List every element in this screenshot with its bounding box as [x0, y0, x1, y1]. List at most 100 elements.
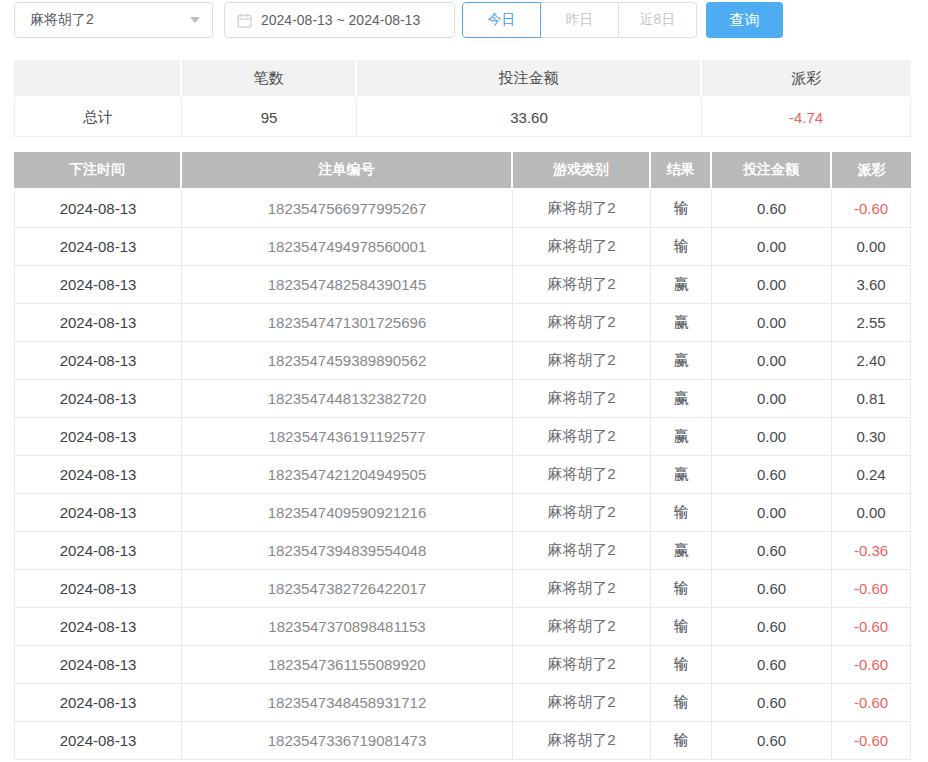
cell-bet-amount: 0.00 — [712, 266, 832, 304]
cell-game-type: 麻将胡了2 — [513, 342, 651, 380]
cell-bet-time: 2024-08-13 — [14, 608, 182, 646]
cell-result: 输 — [651, 646, 712, 684]
summary-header-row: 笔数 投注金额 派彩 — [14, 60, 911, 98]
cell-result: 赢 — [651, 456, 712, 494]
cell-game-type: 麻将胡了2 — [513, 646, 651, 684]
cell-bet-amount: 0.60 — [712, 456, 832, 494]
cell-result: 输 — [651, 190, 712, 228]
date-range-value: 2024-08-13 ~ 2024-08-13 — [261, 12, 420, 28]
game-select-value: 麻将胡了2 — [30, 11, 94, 29]
search-button[interactable]: 查询 — [706, 2, 783, 38]
cell-bet-id: 1823547448132382720 — [182, 380, 513, 418]
cell-result: 输 — [651, 228, 712, 266]
cell-bet-time: 2024-08-13 — [14, 342, 182, 380]
cell-bet-time: 2024-08-13 — [14, 380, 182, 418]
cell-game-type: 麻将胡了2 — [513, 380, 651, 418]
cell-bet-id: 1823547459389890562 — [182, 342, 513, 380]
cell-result: 输 — [651, 608, 712, 646]
today-button[interactable]: 今日 — [462, 2, 541, 38]
table-row: 2024-08-131823547471301725696麻将胡了2赢0.002… — [14, 304, 911, 342]
cell-result: 赢 — [651, 380, 712, 418]
summary-header-blank — [14, 60, 182, 98]
last8days-button[interactable]: 近8日 — [618, 2, 697, 38]
game-select[interactable]: 麻将胡了2 — [14, 2, 213, 38]
cell-bet-time: 2024-08-13 — [14, 190, 182, 228]
cell-bet-amount: 0.60 — [712, 722, 832, 760]
summary-total-count: 95 — [182, 98, 357, 137]
chevron-down-icon — [190, 17, 200, 23]
cell-result: 赢 — [651, 266, 712, 304]
table-row: 2024-08-131823547482584390145麻将胡了2赢0.003… — [14, 266, 911, 304]
cell-bet-time: 2024-08-13 — [14, 266, 182, 304]
cell-payout: 0.81 — [832, 380, 911, 418]
cell-result: 输 — [651, 684, 712, 722]
cell-bet-amount: 0.00 — [712, 228, 832, 266]
cell-bet-amount: 0.00 — [712, 342, 832, 380]
header-bet-amount: 投注金额 — [712, 152, 832, 190]
cell-payout: 2.55 — [832, 304, 911, 342]
table-row: 2024-08-131823547436191192577麻将胡了2赢0.000… — [14, 418, 911, 456]
table-row: 2024-08-131823547361155089920麻将胡了2输0.60-… — [14, 646, 911, 684]
cell-bet-id: 1823547566977995267 — [182, 190, 513, 228]
cell-bet-time: 2024-08-13 — [14, 646, 182, 684]
table-row: 2024-08-131823547382726422017麻将胡了2输0.60-… — [14, 570, 911, 608]
cell-bet-id: 1823547336719081473 — [182, 722, 513, 760]
header-payout: 派彩 — [832, 152, 911, 190]
table-row: 2024-08-131823547370898481153麻将胡了2输0.60-… — [14, 608, 911, 646]
header-bet-id: 注单编号 — [182, 152, 513, 190]
header-result: 结果 — [651, 152, 712, 190]
cell-bet-time: 2024-08-13 — [14, 570, 182, 608]
table-row: 2024-08-131823547448132382720麻将胡了2赢0.000… — [14, 380, 911, 418]
cell-payout: -0.60 — [832, 608, 911, 646]
cell-game-type: 麻将胡了2 — [513, 532, 651, 570]
cell-payout: 0.00 — [832, 494, 911, 532]
cell-result: 输 — [651, 722, 712, 760]
cell-bet-amount: 0.00 — [712, 418, 832, 456]
cell-game-type: 麻将胡了2 — [513, 684, 651, 722]
cell-payout: 2.40 — [832, 342, 911, 380]
cell-bet-amount: 0.00 — [712, 304, 832, 342]
header-bet-time: 下注时间 — [14, 152, 182, 190]
cell-bet-amount: 0.60 — [712, 646, 832, 684]
page: 麻将胡了2 2024-08-13 ~ 2024-08-13 今日 昨日 近8日 … — [0, 0, 928, 762]
cell-result: 赢 — [651, 532, 712, 570]
table-row: 2024-08-131823547494978560001麻将胡了2输0.000… — [14, 228, 911, 266]
cell-bet-time: 2024-08-13 — [14, 228, 182, 266]
cell-result: 赢 — [651, 342, 712, 380]
table-row: 2024-08-131823547566977995267麻将胡了2输0.60-… — [14, 190, 911, 228]
cell-game-type: 麻将胡了2 — [513, 304, 651, 342]
cell-payout: -0.60 — [832, 190, 911, 228]
summary-total-row: 总计 95 33.60 -4.74 — [14, 98, 911, 137]
cell-bet-id: 1823547394839554048 — [182, 532, 513, 570]
cell-game-type: 麻将胡了2 — [513, 570, 651, 608]
cell-result: 输 — [651, 494, 712, 532]
cell-game-type: 麻将胡了2 — [513, 494, 651, 532]
cell-result: 输 — [651, 570, 712, 608]
cell-bet-id: 1823547348458931712 — [182, 684, 513, 722]
cell-bet-id: 1823547471301725696 — [182, 304, 513, 342]
cell-game-type: 麻将胡了2 — [513, 190, 651, 228]
table-row: 2024-08-131823547394839554048麻将胡了2赢0.60-… — [14, 532, 911, 570]
cell-bet-amount: 0.00 — [712, 494, 832, 532]
cell-game-type: 麻将胡了2 — [513, 228, 651, 266]
cell-payout: -0.60 — [832, 570, 911, 608]
date-range-picker[interactable]: 2024-08-13 ~ 2024-08-13 — [224, 2, 455, 38]
cell-result: 赢 — [651, 418, 712, 456]
table-row: 2024-08-131823547459389890562麻将胡了2赢0.002… — [14, 342, 911, 380]
header-game-type: 游戏类别 — [513, 152, 651, 190]
cell-payout: -0.60 — [832, 684, 911, 722]
cell-payout: 0.24 — [832, 456, 911, 494]
table-row: 2024-08-131823547421204949505麻将胡了2赢0.600… — [14, 456, 911, 494]
cell-bet-id: 1823547421204949505 — [182, 456, 513, 494]
cell-bet-id: 1823547436191192577 — [182, 418, 513, 456]
cell-payout: 3.60 — [832, 266, 911, 304]
calendar-icon — [237, 13, 252, 28]
filter-toolbar: 麻将胡了2 2024-08-13 ~ 2024-08-13 今日 昨日 近8日 … — [14, 2, 783, 38]
cell-payout: 0.00 — [832, 228, 911, 266]
cell-bet-id: 1823547494978560001 — [182, 228, 513, 266]
cell-game-type: 麻将胡了2 — [513, 266, 651, 304]
yesterday-button[interactable]: 昨日 — [540, 2, 619, 38]
cell-bet-amount: 0.00 — [712, 380, 832, 418]
cell-payout: 0.30 — [832, 418, 911, 456]
cell-bet-amount: 0.60 — [712, 532, 832, 570]
